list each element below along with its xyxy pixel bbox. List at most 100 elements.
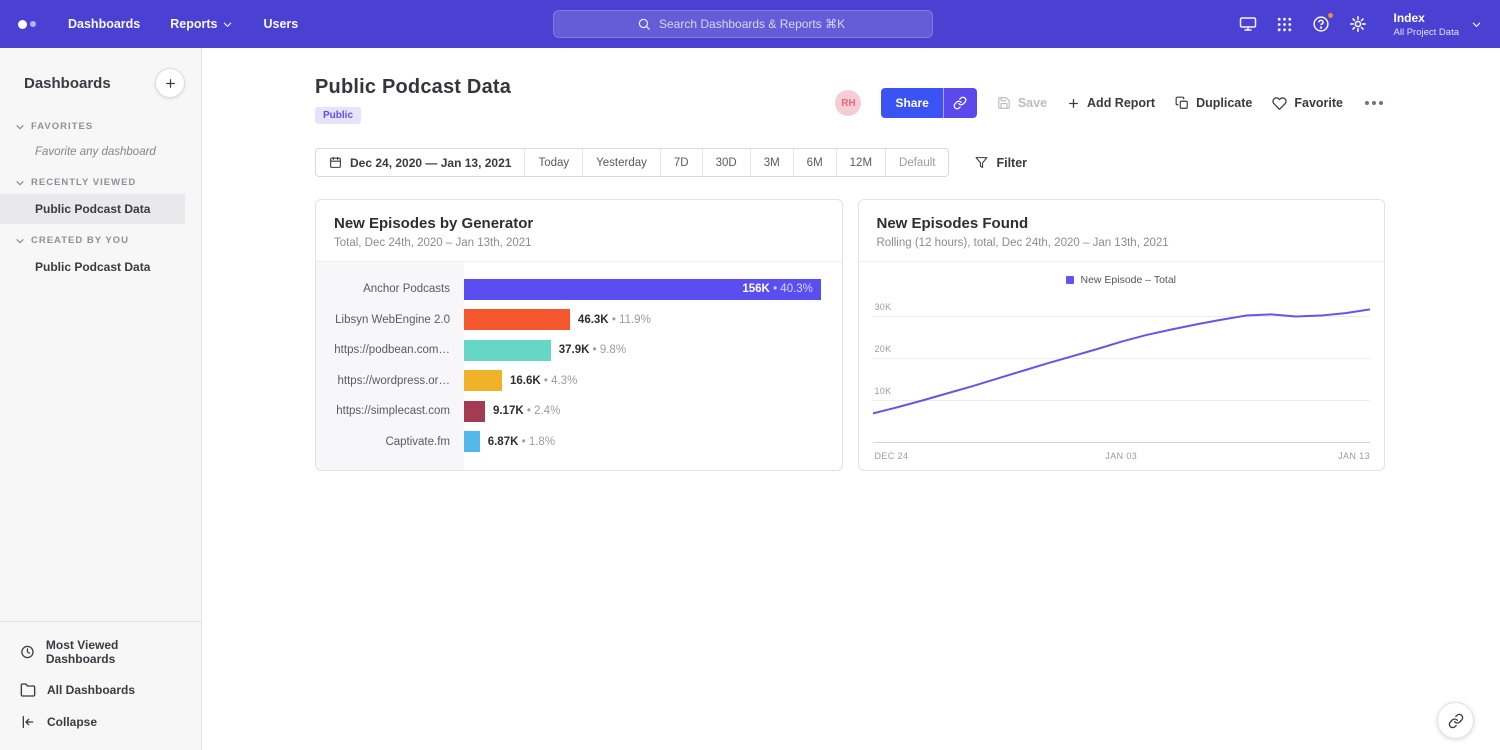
sidebar-item-public-podcast-data-created[interactable]: Public Podcast Data <box>0 252 201 282</box>
collapse-icon <box>20 714 36 730</box>
preset-yesterday[interactable]: Yesterday <box>583 149 661 176</box>
share-button-group: Share <box>881 88 976 118</box>
data-monitor-icon[interactable] <box>1239 15 1257 33</box>
sidebar: Dashboards FAVORITES Favorite any dashbo… <box>0 48 202 750</box>
sidebar-item-public-podcast-data[interactable]: Public Podcast Data <box>0 194 185 224</box>
bar-row: https://simplecast.com 9.17K 2.4% <box>316 396 842 427</box>
filter-button[interactable]: Filter <box>975 156 1027 170</box>
favorites-hint: Favorite any dashboard <box>0 138 201 166</box>
logo-dot-large <box>18 20 27 29</box>
card-new-episodes-by-generator: New Episodes by Generator Total, Dec 24t… <box>315 199 843 471</box>
search-input[interactable] <box>659 17 849 31</box>
bar-percent: 40.3% <box>773 283 813 295</box>
nav-item-dashboards[interactable]: Dashboards <box>68 17 140 31</box>
bar-row: https://podbean.com… 37.9K 9.8% <box>316 335 842 366</box>
line-chart-plot: 10K20K30K <box>873 295 1371 443</box>
date-range-control: Dec 24, 2020 — Jan 13, 2021 Today Yester… <box>315 148 949 177</box>
top-nav: Dashboards Reports Users Index All Proje… <box>0 0 1500 48</box>
add-report-button[interactable]: Add Report <box>1067 96 1155 110</box>
footer-item-label: All Dashboards <box>47 683 135 697</box>
duplicate-button[interactable]: Duplicate <box>1175 96 1252 110</box>
preset-3m[interactable]: 3M <box>751 149 794 176</box>
preset-6m[interactable]: 6M <box>794 149 837 176</box>
bar[interactable] <box>464 309 570 330</box>
footer-item-label: Collapse <box>47 715 97 729</box>
logo-dot-small <box>30 21 36 27</box>
avatar[interactable]: RH <box>835 90 861 116</box>
preset-30d[interactable]: 30D <box>703 149 751 176</box>
bar[interactable]: 156K 40.3% <box>464 279 821 300</box>
preset-today[interactable]: Today <box>525 149 583 176</box>
nav-item-label: Reports <box>170 17 217 31</box>
duplicate-icon <box>1175 96 1189 110</box>
save-label: Save <box>1018 96 1047 110</box>
save-icon <box>997 96 1011 110</box>
bar-percent: 9.8% <box>593 344 626 356</box>
filter-label: Filter <box>996 156 1027 170</box>
preset-12m[interactable]: 12M <box>837 149 886 176</box>
share-link-button[interactable] <box>943 88 977 118</box>
bar-percent: 2.4% <box>527 405 560 417</box>
dashboard-actions: RH Share Save Add Report Dupl <box>835 88 1385 118</box>
search-icon <box>637 17 651 31</box>
collapse-sidebar-button[interactable]: Collapse <box>0 706 201 738</box>
project-selector[interactable]: Index All Project Data <box>1394 11 1482 38</box>
sidebar-section-favorites[interactable]: FAVORITES <box>0 110 201 138</box>
bar-row: Libsyn WebEngine 2.0 46.3K 11.9% <box>316 305 842 336</box>
favorite-button[interactable]: Favorite <box>1272 96 1343 111</box>
nav-item-label: Users <box>263 17 298 31</box>
bar[interactable] <box>464 370 502 391</box>
section-label: CREATED BY YOU <box>31 235 129 246</box>
card-subtitle: Rolling (12 hours), total, Dec 24th, 202… <box>877 237 1367 249</box>
x-tick: JAN 03 <box>1105 451 1137 461</box>
bar-row: https://wordpress.or… 16.6K 4.3% <box>316 366 842 397</box>
bar-category-label: https://podbean.com… <box>316 344 464 356</box>
favorite-label: Favorite <box>1294 96 1343 110</box>
preset-7d[interactable]: 7D <box>661 149 703 176</box>
apps-grid-icon[interactable] <box>1276 16 1293 33</box>
link-icon <box>1448 713 1464 729</box>
nav-item-users[interactable]: Users <box>263 17 298 31</box>
card-title: New Episodes Found <box>877 215 1367 232</box>
legend-swatch <box>1066 276 1074 284</box>
date-range-button[interactable]: Dec 24, 2020 — Jan 13, 2021 <box>316 149 525 176</box>
more-options-button[interactable] <box>1363 96 1385 110</box>
link-icon <box>953 96 967 110</box>
bar[interactable] <box>464 431 480 452</box>
nav-item-reports[interactable]: Reports <box>170 17 233 31</box>
line-chart-svg[interactable] <box>873 295 1371 442</box>
mixpanel-logo[interactable] <box>18 20 36 29</box>
bar-percent: 4.3% <box>544 375 577 387</box>
bar-value: 46.3K <box>578 314 609 326</box>
share-button[interactable]: Share <box>881 88 942 118</box>
bar-category-label: https://simplecast.com <box>316 405 464 417</box>
sidebar-section-created-by-you[interactable]: CREATED BY YOU <box>0 224 201 252</box>
sidebar-footer: Most Viewed Dashboards All Dashboards Co… <box>0 621 201 750</box>
sidebar-title: Dashboards <box>24 75 111 92</box>
date-controls: Dec 24, 2020 — Jan 13, 2021 Today Yester… <box>315 148 1385 177</box>
bar[interactable] <box>464 401 485 422</box>
sidebar-section-recently-viewed[interactable]: RECENTLY VIEWED <box>0 166 201 194</box>
bar-percent: 11.9% <box>612 314 651 326</box>
bar[interactable] <box>464 340 551 361</box>
card-subtitle: Total, Dec 24th, 2020 – Jan 13th, 2021 <box>334 237 824 249</box>
bar-category-label: Captivate.fm <box>316 436 464 448</box>
bar-value: 37.9K <box>559 344 590 356</box>
help-icon[interactable] <box>1312 15 1330 33</box>
all-dashboards-button[interactable]: All Dashboards <box>0 674 201 706</box>
copy-link-fab[interactable] <box>1437 702 1474 739</box>
chart-legend[interactable]: New Episode – Total <box>873 274 1371 286</box>
bar-category-label: https://wordpress.or… <box>316 375 464 387</box>
most-viewed-dashboards-button[interactable]: Most Viewed Dashboards <box>0 630 201 674</box>
save-button[interactable]: Save <box>997 96 1047 110</box>
calendar-icon <box>329 156 342 169</box>
bar-row: Anchor Podcasts 156K 40.3% <box>316 274 842 305</box>
new-dashboard-button[interactable] <box>155 68 185 98</box>
nav-item-label: Dashboards <box>68 17 140 31</box>
search-bar[interactable] <box>553 10 933 38</box>
project-name: Index <box>1394 11 1459 25</box>
chevron-down-icon <box>15 122 25 132</box>
gear-icon[interactable] <box>1349 15 1367 33</box>
bar-value: 9.17K <box>493 405 524 417</box>
preset-default[interactable]: Default <box>886 149 948 176</box>
